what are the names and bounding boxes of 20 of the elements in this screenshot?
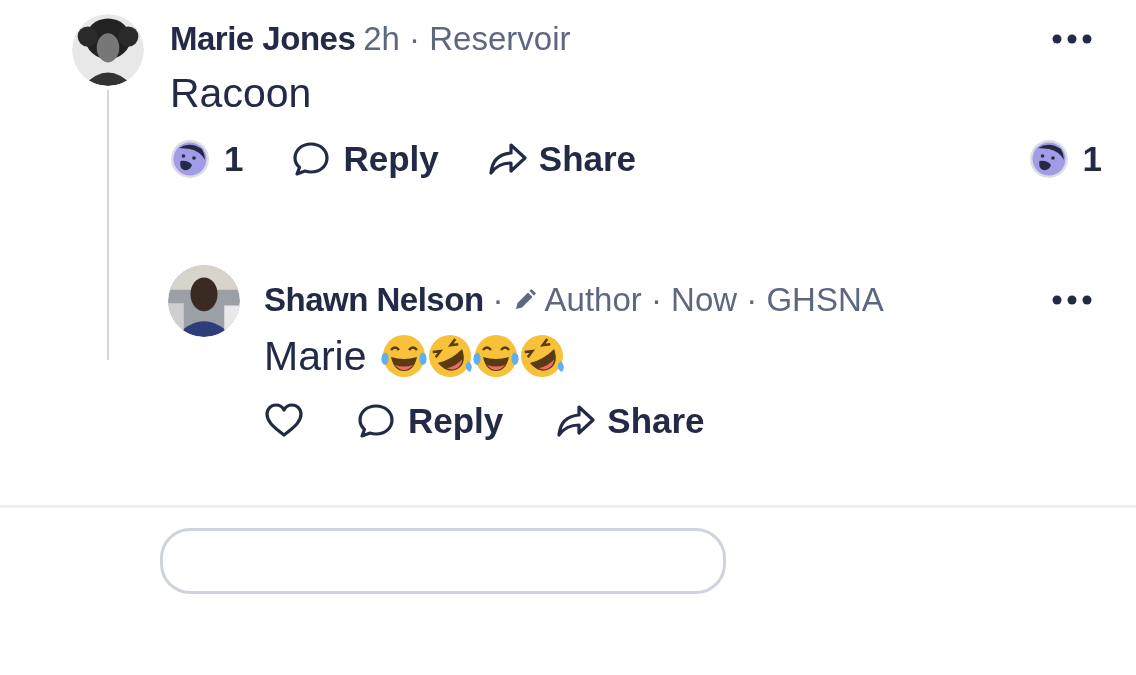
comment-text: Racoon <box>170 70 313 117</box>
more-options-icon[interactable] <box>1052 295 1092 305</box>
comment-meta: 2h · Reservoir <box>363 20 571 58</box>
share-button[interactable]: Share <box>555 401 705 441</box>
reply-button[interactable]: Reply <box>291 139 439 179</box>
reaction-count[interactable]: 1 <box>1028 139 1102 179</box>
separator-dot: · <box>491 281 505 319</box>
laughing-face-icon <box>1028 139 1069 179</box>
speech-bubble-icon <box>356 401 396 441</box>
comment-text: Marie <box>264 332 367 380</box>
author-name[interactable]: Marie Jones <box>170 20 356 58</box>
speech-bubble-icon <box>291 139 332 179</box>
comment-meta: Author · Now · GHSNA <box>544 281 884 319</box>
reply-button[interactable]: Reply <box>356 401 504 441</box>
author-name[interactable]: Shawn Nelson <box>264 281 484 319</box>
more-options-icon[interactable] <box>1052 34 1092 44</box>
laughing-face-icon <box>170 139 210 179</box>
share-button[interactable]: Share <box>486 139 637 179</box>
comment-input-field[interactable] <box>160 528 726 594</box>
reaction-button[interactable]: 1 <box>170 139 244 179</box>
